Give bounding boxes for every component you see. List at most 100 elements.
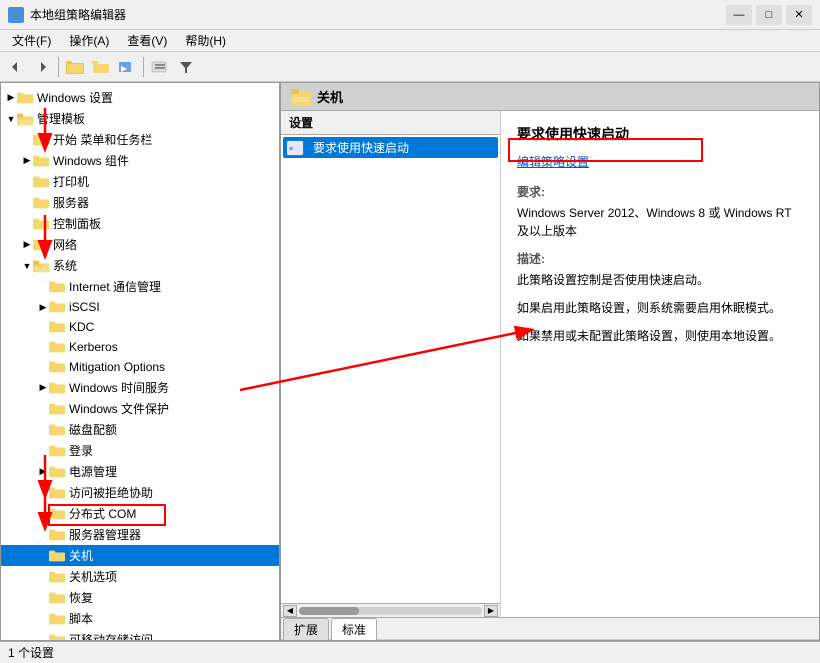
scroll-right-btn[interactable]: ▶: [484, 605, 498, 617]
arrow-win-components[interactable]: [21, 155, 33, 167]
right-header-folder-icon: [291, 88, 311, 106]
arrow-system[interactable]: [21, 260, 33, 272]
left-panel[interactable]: Windows 设置 管理模板 开始 菜单和任务栏: [1, 83, 281, 640]
tree-item-dcom[interactable]: 分布式 COM: [1, 503, 279, 524]
toolbar-btn-1[interactable]: [63, 56, 87, 78]
tree-item-internet[interactable]: Internet 通信管理: [1, 276, 279, 297]
folder-icon-3: [33, 154, 49, 168]
description-label: 描述:: [517, 250, 803, 269]
toolbar: ▶: [0, 52, 820, 82]
arrow-windows-settings[interactable]: [5, 92, 17, 104]
tree-item-shutdown[interactable]: 关机: [1, 545, 279, 566]
scrollbar-track: [299, 607, 482, 615]
tree-item-admin-templates[interactable]: 管理模板: [1, 108, 279, 129]
tree-item-recovery[interactable]: 恢复: [1, 587, 279, 608]
tab-standard[interactable]: 标准: [331, 618, 377, 640]
tree-item-removable[interactable]: 可移动存储访问: [1, 629, 279, 640]
folder-icon-11: [49, 340, 65, 354]
app-window: 本地组策略编辑器 — □ ✕ 文件(F) 操作(A) 查看(V) 帮助(H): [0, 0, 820, 663]
menu-view[interactable]: 查看(V): [119, 30, 175, 51]
folder-icon-open: [17, 112, 33, 126]
tree-item-shutdown-opts[interactable]: 关机选项: [1, 566, 279, 587]
arrow-time[interactable]: [37, 382, 49, 394]
tree-item-mitigation[interactable]: Mitigation Options: [1, 357, 279, 377]
list-hscrollbar[interactable]: ◀ ▶: [281, 603, 500, 617]
minimize-button[interactable]: —: [726, 5, 752, 25]
scroll-left-btn[interactable]: ◀: [283, 605, 297, 617]
toolbar-separator: [58, 57, 59, 77]
tree-item-power[interactable]: 电源管理: [1, 461, 279, 482]
folder-icon-14: [49, 402, 65, 416]
close-button[interactable]: ✕: [786, 5, 812, 25]
arrow-network[interactable]: [21, 239, 33, 251]
app-icon: [8, 7, 24, 23]
main-layout: Windows 设置 管理模板 开始 菜单和任务栏: [0, 82, 820, 641]
scrollbar-thumb[interactable]: [299, 607, 359, 615]
right-panel: 关机 设置: [281, 83, 819, 640]
title-bar: 本地组策略编辑器 — □ ✕: [0, 0, 820, 30]
folder-icon-7: [33, 238, 49, 252]
folder-icon-5: [33, 196, 49, 210]
tree-item-server-mgr[interactable]: 服务器管理器: [1, 524, 279, 545]
arrow-power[interactable]: [37, 466, 49, 478]
filter-button[interactable]: [174, 56, 198, 78]
right-header-title: 关机: [317, 87, 343, 106]
tree-item-win-components[interactable]: Windows 组件: [1, 150, 279, 171]
folder-icon-15: [49, 423, 65, 437]
folder-icon-18: [49, 486, 65, 500]
toolbar-btn-3[interactable]: ▶: [115, 56, 139, 78]
status-bar: 1 个设置: [0, 641, 820, 663]
tree-item-kdc[interactable]: KDC: [1, 317, 279, 337]
tree-item-iscsi[interactable]: iSCSI: [1, 297, 279, 317]
menu-action[interactable]: 操作(A): [61, 30, 117, 51]
tree-item-disk-quota[interactable]: 磁盘配额: [1, 419, 279, 440]
folder-icon: [17, 91, 33, 105]
toolbar-btn-2[interactable]: [89, 56, 113, 78]
folder-icon-22: [49, 591, 65, 605]
note1-text: 如果启用此策略设置，则系统需要启用休眠模式。: [517, 299, 803, 317]
menu-help[interactable]: 帮助(H): [177, 30, 234, 51]
back-button[interactable]: [4, 56, 28, 78]
tree-item-system[interactable]: 系统: [1, 255, 279, 276]
edit-policy-link[interactable]: 编辑策略设置: [517, 155, 589, 169]
tree-item-file-protection[interactable]: Windows 文件保护: [1, 398, 279, 419]
tree-item-start-menu[interactable]: 开始 菜单和任务栏: [1, 129, 279, 150]
tree-item-server[interactable]: 服务器: [1, 192, 279, 213]
status-text: 1 个设置: [8, 644, 54, 661]
folder-icon-19: [49, 507, 65, 521]
folder-icon-2: [33, 133, 49, 147]
tree-item-control-panel[interactable]: 控制面板: [1, 213, 279, 234]
tree-item-time-service[interactable]: Windows 时间服务: [1, 377, 279, 398]
tree-item-login[interactable]: 登录: [1, 440, 279, 461]
svg-text:≡: ≡: [289, 146, 293, 153]
folder-icon-9: [49, 300, 65, 314]
menu-bar: 文件(F) 操作(A) 查看(V) 帮助(H): [0, 30, 820, 52]
folder-icon-system-open: [33, 259, 49, 273]
description-text: 此策略设置控制是否使用快速启动。: [517, 271, 803, 289]
tab-expand[interactable]: 扩展: [283, 618, 329, 640]
folder-icon-23: [49, 612, 65, 626]
folder-icon-20: [49, 528, 65, 542]
forward-button[interactable]: [30, 56, 54, 78]
right-content: 设置 ≡ 要求使用快速启动: [281, 111, 819, 617]
tree-item-scripts[interactable]: 脚本: [1, 608, 279, 629]
tree-item-access-denied[interactable]: 访问被拒绝协助: [1, 482, 279, 503]
policy-detail-area: 要求使用快速启动 编辑策略设置 要求: Windows Server 2012、…: [501, 111, 819, 617]
tree-item-network[interactable]: 网络: [1, 234, 279, 255]
arrow-iscsi[interactable]: [37, 301, 49, 313]
toolbar-separator-2: [143, 57, 144, 77]
menu-file[interactable]: 文件(F): [4, 30, 59, 51]
policy-item-fastboot[interactable]: ≡ 要求使用快速启动: [283, 137, 498, 158]
tree-item-windows-settings[interactable]: Windows 设置: [1, 87, 279, 108]
folder-icon-13: [49, 381, 65, 395]
tree-item-printer[interactable]: 打印机: [1, 171, 279, 192]
folder-icon-24: [49, 633, 65, 641]
maximize-button[interactable]: □: [756, 5, 782, 25]
arrow-admin-templates[interactable]: [5, 113, 17, 125]
folder-icon-shutdown: [49, 549, 65, 563]
folder-icon-10: [49, 320, 65, 334]
folder-icon-21: [49, 570, 65, 584]
window-title: 本地组策略编辑器: [30, 6, 726, 23]
tree-item-kerberos[interactable]: Kerberos: [1, 337, 279, 357]
toolbar-btn-4[interactable]: [148, 56, 172, 78]
